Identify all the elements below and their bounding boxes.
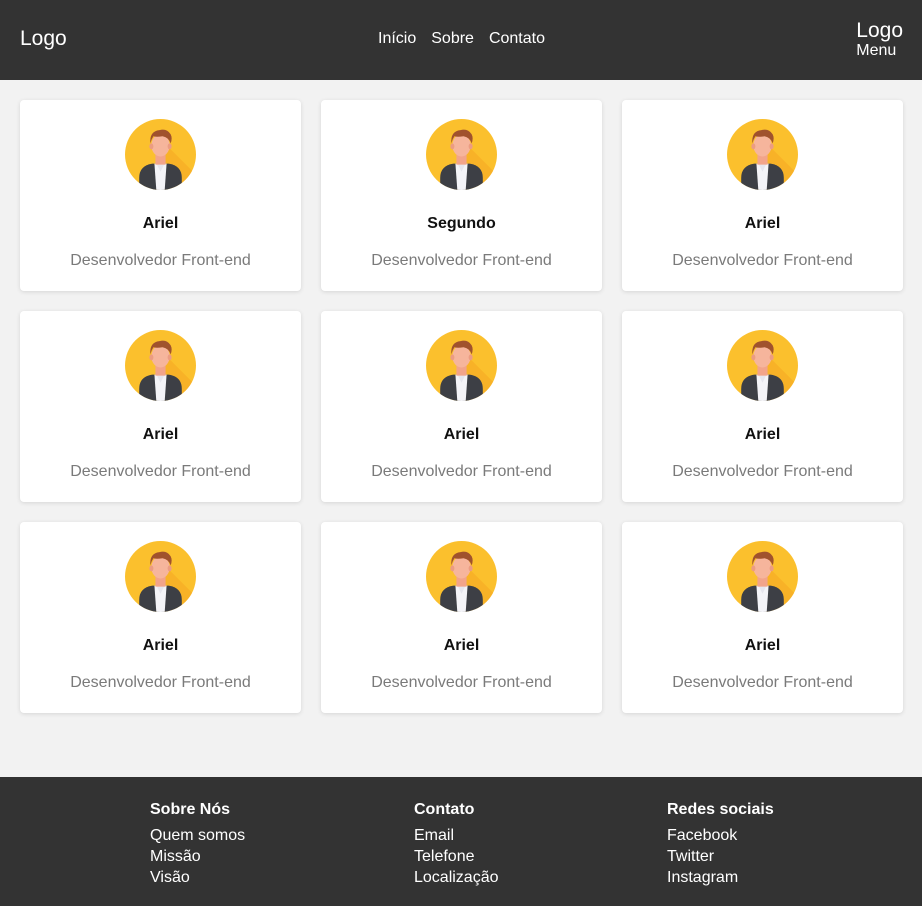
- logo-right[interactable]: Logo: [856, 19, 903, 42]
- user-avatar-icon: [125, 330, 196, 401]
- footer-link[interactable]: Visão: [150, 867, 245, 888]
- nav-contato[interactable]: Contato: [489, 30, 545, 48]
- site-header: Logo Início Sobre Contato Logo Menu: [0, 0, 922, 80]
- footer-link[interactable]: Twitter: [667, 846, 774, 867]
- main-nav: Início Sobre Contato: [378, 30, 545, 48]
- profile-card: Ariel Desenvolvedor Front-end: [321, 522, 602, 713]
- profile-card: Ariel Desenvolvedor Front-end: [622, 100, 903, 291]
- user-avatar-icon: [426, 330, 497, 401]
- card-name: Ariel: [142, 637, 179, 654]
- nav-inicio[interactable]: Início: [378, 30, 416, 48]
- logo-left[interactable]: Logo: [20, 27, 67, 51]
- user-avatar-icon: [125, 119, 196, 190]
- site-footer: Sobre Nós Quem somos Missão Visão Contat…: [0, 777, 922, 906]
- card-role: Desenvolvedor Front-end: [672, 674, 853, 691]
- card-role: Desenvolvedor Front-end: [672, 252, 853, 269]
- user-avatar-icon: [727, 541, 798, 612]
- user-avatar-icon: [426, 119, 497, 190]
- card-name: Ariel: [443, 426, 480, 443]
- profile-card: Segundo Desenvolvedor Front-end: [321, 100, 602, 291]
- footer-column-about: Sobre Nós Quem somos Missão Visão: [150, 801, 245, 888]
- footer-column-social: Redes sociais Facebook Twitter Instagram: [667, 801, 774, 888]
- footer-heading: Contato: [414, 801, 475, 818]
- card-name: Ariel: [443, 637, 480, 654]
- footer-link[interactable]: Facebook: [667, 825, 774, 846]
- card-role: Desenvolvedor Front-end: [70, 674, 251, 691]
- card-name: Ariel: [744, 637, 781, 654]
- user-avatar-icon: [727, 119, 798, 190]
- footer-heading: Redes sociais: [667, 801, 774, 818]
- profile-card: Ariel Desenvolvedor Front-end: [622, 311, 903, 502]
- footer-link[interactable]: Instagram: [667, 867, 774, 888]
- header-right: Logo Menu: [856, 19, 903, 59]
- menu-button[interactable]: Menu: [856, 42, 903, 59]
- card-role: Desenvolvedor Front-end: [371, 674, 552, 691]
- card-name: Ariel: [744, 215, 781, 232]
- footer-link[interactable]: Localização: [414, 867, 499, 888]
- footer-column-contact: Contato Email Telefone Localização: [414, 801, 499, 888]
- profile-card: Ariel Desenvolvedor Front-end: [20, 100, 301, 291]
- nav-sobre[interactable]: Sobre: [431, 30, 474, 48]
- profile-card: Ariel Desenvolvedor Front-end: [321, 311, 602, 502]
- user-avatar-icon: [727, 330, 798, 401]
- card-role: Desenvolvedor Front-end: [70, 252, 251, 269]
- card-grid: Ariel Desenvolvedor Front-end Segundo De…: [20, 100, 903, 713]
- card-role: Desenvolvedor Front-end: [371, 463, 552, 480]
- footer-link[interactable]: Email: [414, 825, 499, 846]
- card-name: Ariel: [142, 215, 179, 232]
- profile-card: Ariel Desenvolvedor Front-end: [622, 522, 903, 713]
- user-avatar-icon: [426, 541, 497, 612]
- card-name: Ariel: [744, 426, 781, 443]
- footer-heading: Sobre Nós: [150, 801, 231, 818]
- footer-link[interactable]: Telefone: [414, 846, 499, 867]
- card-role: Desenvolvedor Front-end: [70, 463, 251, 480]
- profile-card: Ariel Desenvolvedor Front-end: [20, 522, 301, 713]
- card-role: Desenvolvedor Front-end: [672, 463, 853, 480]
- footer-link[interactable]: Quem somos: [150, 825, 245, 846]
- card-name: Segundo: [427, 215, 496, 232]
- card-role: Desenvolvedor Front-end: [371, 252, 552, 269]
- card-name: Ariel: [142, 426, 179, 443]
- footer-link[interactable]: Missão: [150, 846, 245, 867]
- profile-card: Ariel Desenvolvedor Front-end: [20, 311, 301, 502]
- user-avatar-icon: [125, 541, 196, 612]
